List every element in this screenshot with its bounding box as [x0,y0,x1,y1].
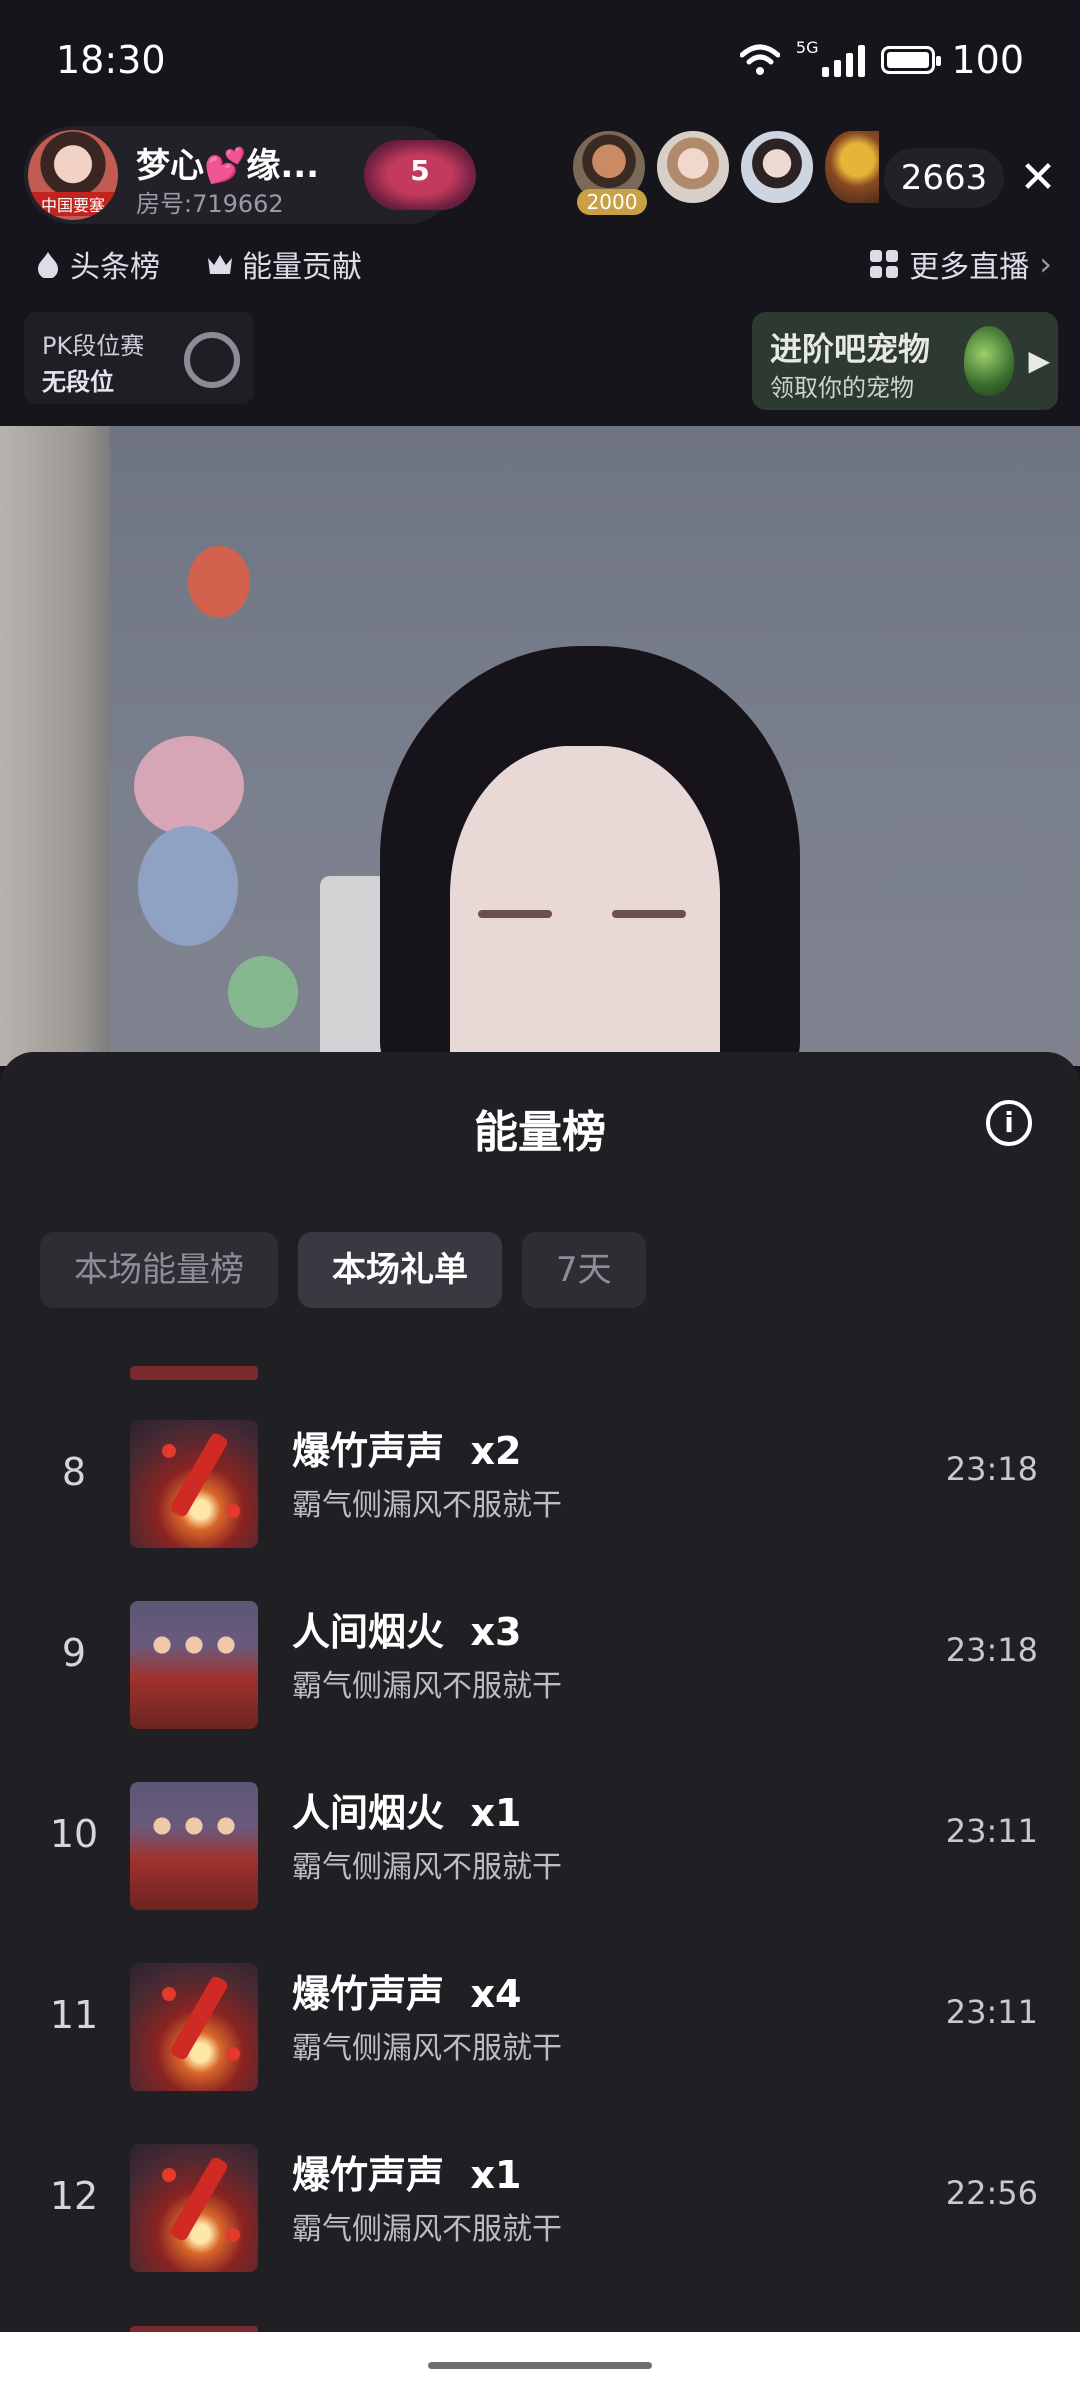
tab-7-days[interactable]: 7天 [522,1232,646,1308]
gift-time: 23:11 [945,1812,1038,1850]
more-live-label: 更多直播 [909,250,1030,285]
list-item[interactable]: 10 人间烟火 x1 霸气侧漏风不服就干 23:11 [0,1754,1080,1934]
avatar-tag: 中国要塞 [28,192,118,216]
energy-ranking-sheet: 能量榜 i 本场能量榜 本场礼单 7天 8 爆竹声声 x2 霸气侧漏风不服就干 … [0,1052,1080,2332]
firecracker-icon [130,1963,258,2091]
pet-egg-icon [964,326,1014,396]
viewer-avatar[interactable] [738,128,816,206]
rank-number: 9 [61,1631,87,1675]
level-badge[interactable]: 5 [364,140,476,210]
list-item[interactable]: 11 爆竹声声 x4 霸气侧漏风不服就干 23:11 [0,1935,1080,2115]
wifi-icon [739,44,780,75]
gift-name: 爆竹声声 x4 [292,1972,522,2016]
info-icon[interactable]: i [986,1100,1032,1146]
firecracker-icon [130,2144,258,2272]
viewer-avatar[interactable] [654,128,732,206]
gift-name: 爆竹声声 x2 [292,1429,522,1473]
pk-title: PK段位赛 [42,332,145,360]
gift-name: 人间烟火 x3 [292,1610,522,1654]
viewer-avatar[interactable]: 2000 [570,128,648,215]
gift-name: 爆竹声声 x1 [292,2153,522,2197]
status-icons: 5G 100 [739,38,1024,82]
sender-name: 霸气侧漏风不服就干 [292,1488,562,1523]
host-name: 梦心💕缘... [136,146,320,186]
video-background [0,426,110,1066]
list-item-partial [130,1366,258,1380]
energy-contribution-button[interactable]: 能量贡献 [206,234,362,294]
sender-name: 霸气侧漏风不服就干 [292,2031,562,2066]
gift-time: 23:11 [945,1993,1038,2031]
headline-rank-button[interactable]: 头条榜 [34,234,160,294]
firecracker-icon [130,1420,258,1548]
rank-number: 11 [49,1993,99,2037]
sender-name: 霸气侧漏风不服就干 [292,1850,562,1885]
balloon [228,956,298,1028]
list-item[interactable]: 9 人间烟火 x3 霸气侧漏风不服就干 23:18 [0,1573,1080,1753]
home-indicator[interactable] [428,2362,652,2369]
rank-number: 12 [49,2174,99,2218]
room-number: 房号:719662 [136,190,284,218]
streamer [612,910,686,918]
flame-icon [38,252,58,278]
status-time: 18:30 [56,38,166,82]
headline-label: 头条榜 [70,250,160,285]
more-live-button[interactable]: 更多直播 › [869,234,1052,294]
pet-subtitle: 领取你的宠物 [770,374,914,402]
gift-time: 22:56 [945,2174,1038,2212]
tab-session-energy[interactable]: 本场能量榜 [40,1232,278,1308]
gift-time: 23:18 [945,1631,1038,1669]
balloon [134,736,244,836]
family-dinner-icon [130,1782,258,1910]
viewer-avatar[interactable] [822,128,882,206]
streamer [450,746,720,1066]
rank-number: 10 [49,1812,99,1856]
battery-level: 100 [951,38,1024,82]
top-viewers: 2000 [570,128,890,218]
sender-name: 霸气侧漏风不服就干 [292,2212,562,2247]
live-video[interactable] [0,426,1080,1066]
battery-icon [881,46,942,74]
balloon [188,546,250,618]
balloon [138,826,238,946]
list-item[interactable]: 8 爆竹声声 x2 霸气侧漏风不服就干 23:18 [0,1392,1080,1572]
host-info[interactable]: 中国要塞 梦心💕缘... 房号:719662 5 [24,126,476,224]
signal-icon [822,43,866,77]
network-type: 5G [795,38,819,57]
level-value: 5 [410,154,430,187]
gift-name: 人间烟火 x1 [292,1791,522,1835]
gift-time: 23:18 [945,1450,1038,1488]
gesture-bar [0,2332,1080,2400]
ranking-tabs: 本场能量榜 本场礼单 7天 [40,1232,646,1308]
pet-title: 进阶吧宠物 [770,330,931,368]
status-bar: 18:30 5G 100 [0,0,1080,120]
close-button[interactable]: ✕ [1010,148,1066,208]
sheet-title: 能量榜 [474,1107,606,1158]
energy-label: 能量贡献 [242,250,362,285]
grid-icon [870,250,899,278]
play-arrow-icon: ▶ [1028,344,1050,377]
rank-emblem-icon [184,332,240,388]
viewer-badge: 2000 [577,189,647,215]
viewer-count[interactable]: 2663 [884,148,1004,208]
pk-rank-card[interactable]: PK段位赛 无段位 [24,312,254,404]
host-avatar[interactable]: 中国要塞 [28,130,118,220]
crown-icon [208,255,232,274]
pk-rank: 无段位 [42,368,114,396]
family-dinner-icon [130,1601,258,1729]
live-header: 中国要塞 梦心💕缘... 房号:719662 5 2000 2663 ✕ 头条榜… [0,120,1080,426]
rank-number: 8 [61,1450,87,1494]
chevron-right-icon: › [1039,245,1052,283]
sender-name: 霸气侧漏风不服就干 [292,1669,562,1704]
list-item[interactable]: 12 爆竹声声 x1 霸气侧漏风不服就干 22:56 [0,2116,1080,2296]
tab-session-gifts[interactable]: 本场礼单 [298,1232,502,1308]
pet-banner[interactable]: 进阶吧宠物 领取你的宠物 ▶ [752,312,1058,410]
streamer [478,910,552,918]
